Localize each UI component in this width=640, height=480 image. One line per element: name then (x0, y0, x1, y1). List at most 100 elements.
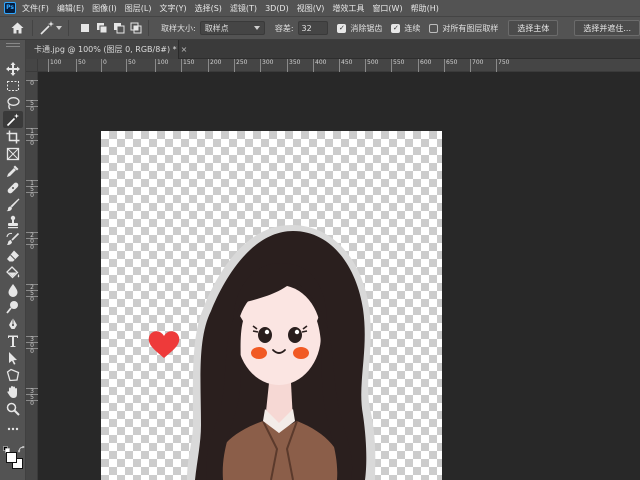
frame-tool[interactable] (3, 145, 23, 162)
left-eye (258, 327, 272, 343)
blur-tool[interactable] (3, 281, 23, 298)
checkbox-checked-icon: ✓ (337, 23, 347, 33)
hand-icon (7, 385, 17, 398)
menu-plugins[interactable]: 增效工具 (332, 3, 364, 14)
magic-wand-tool[interactable] (3, 111, 23, 128)
select-subject-button[interactable]: 选择主体 (508, 20, 559, 36)
contiguous-checkbox[interactable]: ✓ 连续 (391, 23, 420, 34)
ruler-label: 150 (181, 59, 194, 72)
heart-shape (148, 331, 180, 358)
menu-select[interactable]: 选择(S) (195, 3, 222, 14)
anti-alias-checkbox[interactable]: ✓ 消除锯齿 (337, 23, 382, 34)
swap-colors-icon[interactable] (18, 446, 25, 453)
ruler-label: 300 (260, 59, 273, 72)
path-select-tool[interactable] (3, 349, 23, 366)
ruler-label: 0 (26, 296, 38, 303)
menu-3d[interactable]: 3D(D) (265, 4, 289, 13)
ruler-label: 0 (26, 106, 38, 113)
menu-window[interactable]: 窗口(W) (372, 3, 402, 14)
photoshop-logo: Ps (4, 2, 16, 14)
paint-bucket-icon (6, 265, 20, 278)
frame-icon (6, 147, 20, 160)
shape-tool[interactable] (3, 366, 23, 383)
crop-tool[interactable] (3, 128, 23, 145)
horizontal-ruler[interactable]: 100 50 0 50 100 150 200 250 300 350 400 … (38, 59, 640, 72)
magic-wand-icon (40, 21, 55, 35)
foreground-color-swatch[interactable] (6, 452, 17, 463)
ruler-label: 50 (126, 59, 136, 72)
sample-size-select[interactable]: 取样点 (199, 21, 265, 35)
menu-help[interactable]: 帮助(H) (411, 3, 439, 14)
blur-icon (8, 283, 18, 297)
stamp-icon (8, 215, 18, 228)
subtract-from-selection-icon[interactable] (113, 22, 125, 34)
marquee-tool[interactable] (3, 77, 23, 94)
photoshop-window: Ps 文件(F) 编辑(E) 图像(I) 图层(L) 文字(Y) 选择(S) 滤… (0, 0, 640, 480)
ruler-label: 0 (26, 400, 38, 407)
history-brush-tool[interactable] (3, 230, 23, 247)
panel-grip[interactable] (6, 43, 20, 47)
add-to-selection-icon[interactable] (96, 22, 108, 34)
marquee-icon (7, 80, 19, 91)
path-select-icon (9, 351, 17, 365)
zoom-icon (6, 402, 20, 416)
brush-tool[interactable] (3, 196, 23, 213)
eyedropper-tool[interactable] (3, 162, 23, 179)
color-swatches (3, 446, 25, 472)
ruler-label: 200 (208, 59, 221, 72)
menu-view[interactable]: 视图(V) (297, 3, 325, 14)
options-bar: 取样大小: 取样点 容差: 32 ✓ 消除锯齿 ✓ 连续 对所有图层取样 选择主… (0, 16, 640, 40)
sample-size-value: 取样点 (204, 23, 229, 33)
move-tool[interactable] (3, 60, 23, 77)
dodge-tool[interactable] (3, 298, 23, 315)
shape-icon (6, 368, 20, 381)
menu-filter[interactable]: 滤镜(T) (230, 3, 257, 14)
pen-tool[interactable] (3, 315, 23, 332)
menu-edit[interactable]: 编辑(E) (57, 3, 84, 14)
select-and-mask-button[interactable]: 选择并遮住... (574, 20, 640, 36)
more-tools-button[interactable] (3, 420, 23, 437)
tool-preset-picker[interactable] (39, 19, 63, 37)
eraser-icon (7, 250, 19, 261)
home-icon (11, 22, 24, 34)
stamp-tool[interactable] (3, 213, 23, 230)
healing-brush-icon (7, 182, 19, 193)
document-tab[interactable]: 卡通.jpg @ 100% (图层 0, RGB/8#) * × (26, 40, 187, 59)
ruler-corner[interactable] (26, 59, 38, 72)
close-icon[interactable]: × (181, 45, 188, 54)
eyedropper-icon (7, 165, 19, 177)
menu-image[interactable]: 图像(I) (92, 3, 117, 14)
ruler-label: 600 (418, 59, 431, 72)
menu-type[interactable]: 文字(Y) (159, 3, 186, 14)
hand-tool[interactable] (3, 383, 23, 400)
menu-layer[interactable]: 图层(L) (125, 3, 152, 14)
vertical-ruler[interactable]: 0 5 0 1 0 0 1 5 0 2 0 0 2 5 0 3 0 0 3 5 … (26, 72, 38, 480)
eraser-tool[interactable] (3, 247, 23, 264)
ruler-label: 50 (76, 59, 86, 72)
sample-all-layers-checkbox[interactable]: 对所有图层取样 (429, 23, 498, 34)
tolerance-input[interactable]: 32 (297, 21, 329, 35)
checkbox-checked-icon: ✓ (391, 23, 401, 33)
new-selection-icon[interactable] (79, 22, 91, 34)
zoom-tool[interactable] (3, 400, 23, 417)
options-separator (148, 20, 149, 36)
ruler-label: 500 (365, 59, 378, 72)
right-blush (293, 347, 309, 359)
cartoon-girl-artwork (148, 225, 376, 480)
canvas-workspace[interactable] (38, 72, 640, 480)
right-eye (288, 327, 302, 343)
brush-icon (6, 198, 20, 211)
tools-panel (0, 40, 26, 480)
ruler-label: 550 (391, 59, 404, 72)
lasso-tool[interactable] (3, 94, 23, 111)
home-button[interactable] (9, 19, 26, 37)
type-tool[interactable] (3, 332, 23, 349)
healing-brush-tool[interactable] (3, 179, 23, 196)
ruler-label: 750 (496, 59, 509, 72)
ruler-label: 0 (26, 348, 38, 355)
intersect-selection-icon[interactable] (130, 22, 142, 34)
paint-bucket-tool[interactable] (3, 264, 23, 281)
menu-file[interactable]: 文件(F) (22, 3, 49, 14)
document-canvas[interactable] (101, 131, 442, 480)
ruler-label: 100 (48, 59, 61, 72)
